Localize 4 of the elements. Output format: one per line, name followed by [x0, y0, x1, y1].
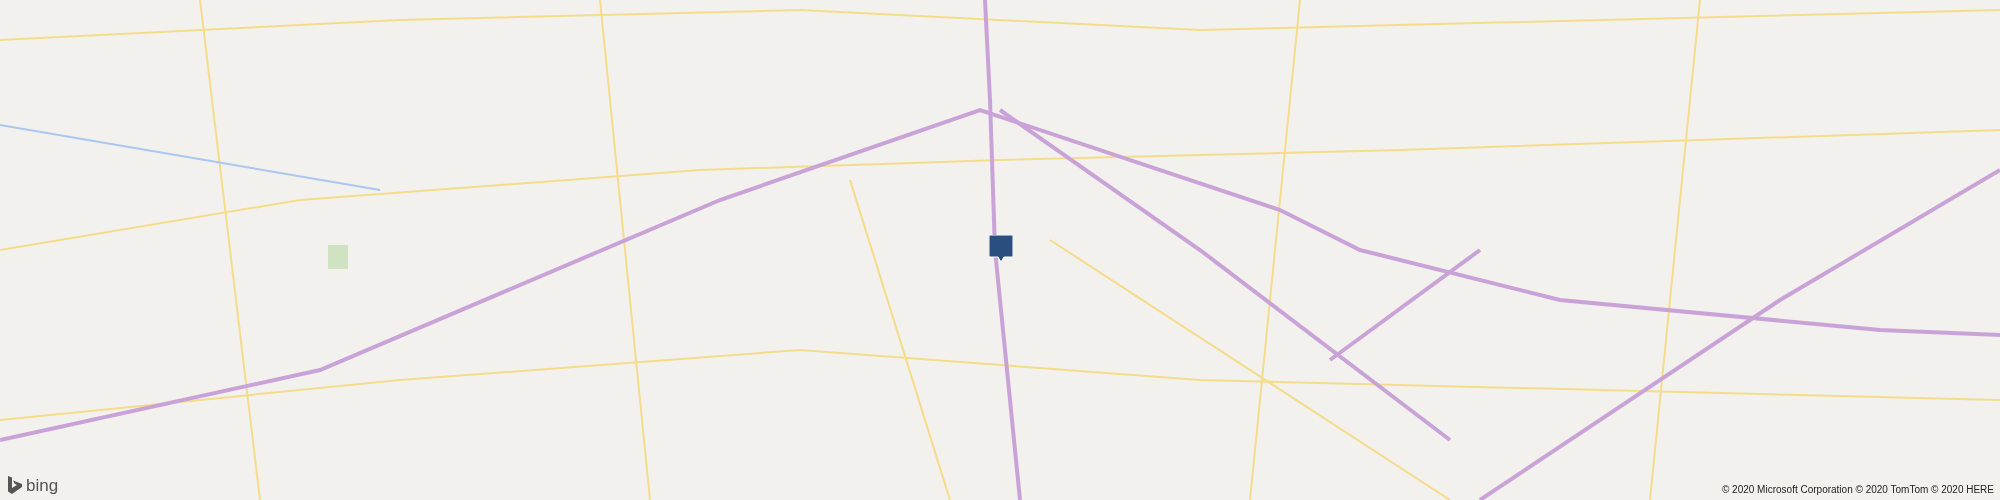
- logo-icon: [8, 476, 22, 494]
- map-pin-icon[interactable]: [989, 235, 1013, 263]
- copyright-text: © 2020 Microsoft Corporation © 2020 TomTom © 2020 HERE: [1721, 484, 1994, 495]
- logo-text: bing: [26, 476, 59, 494]
